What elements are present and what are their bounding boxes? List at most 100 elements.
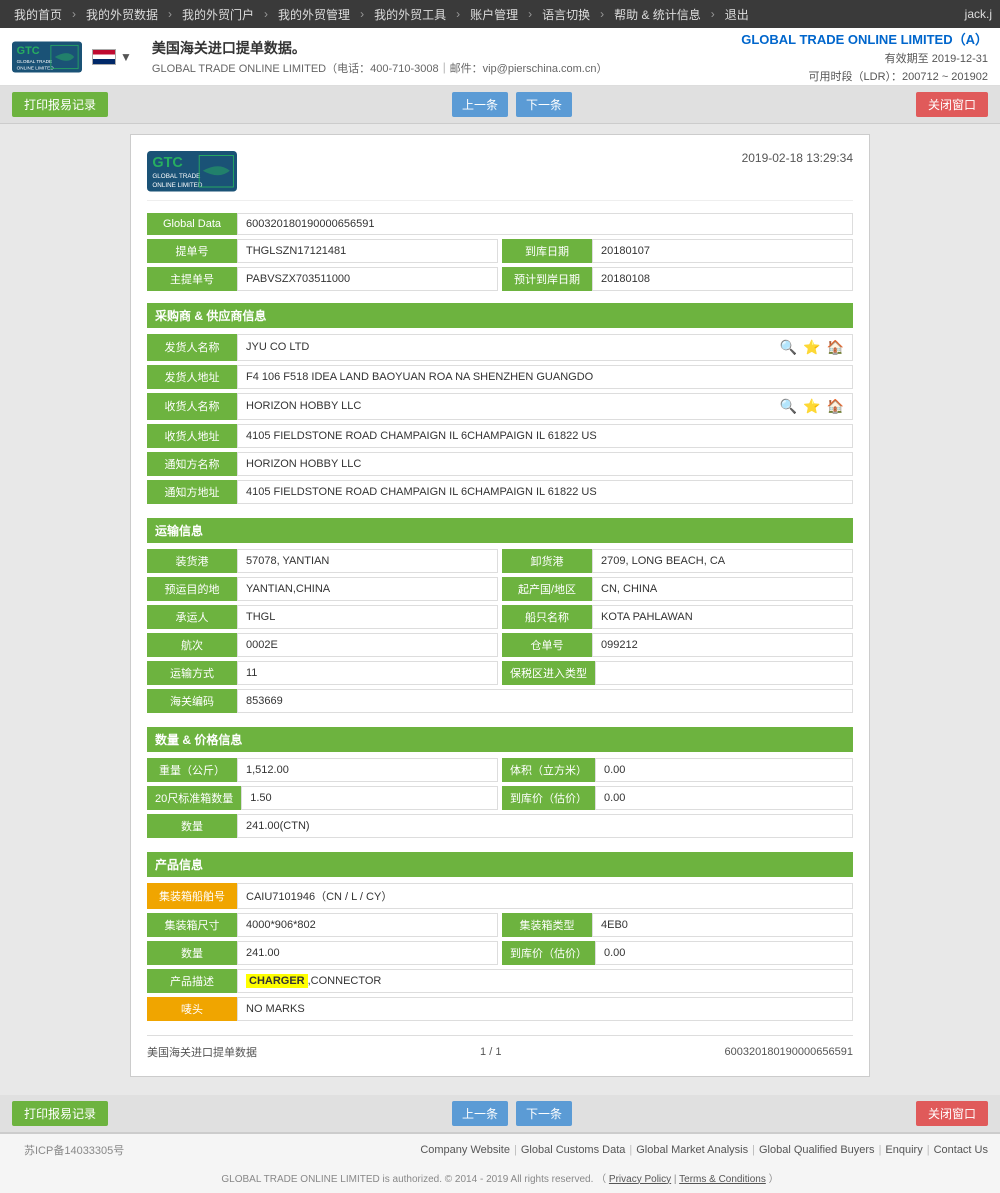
- container-type-label: 集装箱类型: [502, 913, 592, 937]
- discharge-port-label: 卸货港: [502, 549, 592, 573]
- bol-label: 仓单号: [502, 633, 592, 657]
- logo-svg: GTC GLOBAL TRADE ONLINE LIMITED: [12, 37, 82, 77]
- voyage-group: 航次 0002E: [147, 633, 498, 657]
- nav-account[interactable]: 账户管理: [464, 6, 524, 23]
- bill-arrival-row: 提单号 THGLSZN17121481 到库日期 20180107: [147, 239, 853, 263]
- notify-addr-row: 通知方地址 4105 FIELDSTONE ROAD CHAMPAIGN IL …: [147, 480, 853, 504]
- sep5: |: [927, 1144, 930, 1156]
- prev-button[interactable]: 上一条: [452, 92, 508, 117]
- shipper-home-icon[interactable]: 🏠: [827, 339, 844, 356]
- footer-link-enquiry[interactable]: Enquiry: [885, 1144, 922, 1156]
- loading-port-group: 装货港 57078, YANTIAN: [147, 549, 498, 573]
- consignee-star-icon[interactable]: ⭐: [803, 398, 820, 415]
- container-size-type-row: 集装箱尺寸 4000*906*802 集装箱类型 4EB0: [147, 913, 853, 937]
- volume-value: 0.00: [595, 758, 853, 782]
- pre-dest-value: YANTIAN,CHINA: [237, 577, 498, 601]
- bottom-print-button[interactable]: 打印报易记录: [12, 1101, 108, 1126]
- footer-copyright-line: GLOBAL TRADE ONLINE LIMITED is authorize…: [0, 1166, 1000, 1193]
- discharge-port-value: 2709, LONG BEACH, CA: [592, 549, 853, 573]
- marks-label: 唛头: [147, 997, 237, 1021]
- consignee-search-icon[interactable]: 🔍: [780, 398, 797, 415]
- quantity-header: 数量 & 价格信息: [147, 727, 853, 752]
- bottom-toolbar-center: 上一条 下一条: [452, 1101, 572, 1126]
- bottom-close-button[interactable]: 关闭窗口: [916, 1101, 988, 1126]
- next-button[interactable]: 下一条: [516, 92, 572, 117]
- product-section: 产品信息 集装箱船舶号 CAIU7101946（CN / L / CY） 集装箱…: [147, 852, 853, 1021]
- consignee-home-icon[interactable]: 🏠: [827, 398, 844, 415]
- loading-port-label: 装货港: [147, 549, 237, 573]
- consignee-row: 收货人名称 HORIZON HOBBY LLC 🔍 ⭐ 🏠: [147, 393, 853, 420]
- document-card: GTC GLOBAL TRADE ONLINE LIMITED 2019-02-…: [130, 134, 870, 1077]
- sep2: |: [629, 1144, 632, 1156]
- lang-dropdown[interactable]: ▼: [120, 50, 132, 64]
- volume-label: 体积（立方米）: [502, 758, 595, 782]
- transport-method-group: 运输方式 11: [147, 661, 498, 685]
- arrival-date-label: 到库日期: [502, 239, 592, 263]
- svg-text:GTC: GTC: [152, 155, 182, 171]
- bol-group: 仓单号 099212: [502, 633, 853, 657]
- shipper-search-icon[interactable]: 🔍: [780, 339, 797, 356]
- transport-header: 运输信息: [147, 518, 853, 543]
- container-type-group: 集装箱类型 4EB0: [502, 913, 853, 937]
- container-price-row: 20尺标准箱数量 1.50 到库价（估价） 0.00: [147, 786, 853, 810]
- product-price-value: 0.00: [595, 941, 853, 965]
- footer-link-market-analysis[interactable]: Global Market Analysis: [636, 1144, 748, 1156]
- nav-help[interactable]: 帮助 & 统计信息: [608, 6, 707, 23]
- dest-origin-row: 预运目的地 YANTIAN,CHINA 起产国/地区 CN, CHINA: [147, 577, 853, 601]
- product-header: 产品信息: [147, 852, 853, 877]
- ftz-value: [595, 661, 853, 685]
- doc-logo-svg: GTC GLOBAL TRADE ONLINE LIMITED: [147, 151, 237, 192]
- notify-addr-value: 4105 FIELDSTONE ROAD CHAMPAIGN IL 6CHAMP…: [237, 480, 853, 504]
- print-button[interactable]: 打印报易记录: [12, 92, 108, 117]
- bottom-next-button[interactable]: 下一条: [516, 1101, 572, 1126]
- svg-text:ONLINE LIMITED: ONLINE LIMITED: [17, 65, 55, 70]
- footer-privacy-link[interactable]: Privacy Policy: [609, 1174, 671, 1185]
- shipper-star-icon[interactable]: ⭐: [803, 339, 820, 356]
- nav-trade-data[interactable]: 我的外贸数据: [80, 6, 164, 23]
- product-desc-label: 产品描述: [147, 969, 237, 993]
- svg-text:GLOBAL TRADE: GLOBAL TRADE: [152, 173, 200, 180]
- container20-group: 20尺标准箱数量 1.50: [147, 786, 498, 810]
- doc-datetime: 2019-02-18 13:29:34: [742, 151, 853, 165]
- page-footer: 苏ICP备14033305号 Company Website | Global …: [0, 1133, 1000, 1193]
- close-button[interactable]: 关闭窗口: [916, 92, 988, 117]
- sep3: |: [752, 1144, 755, 1156]
- product-desc-highlight: CHARGER: [246, 974, 308, 988]
- nav-manage[interactable]: 我的外贸管理: [272, 6, 356, 23]
- shipper-label: 发货人名称: [147, 334, 237, 361]
- bottom-prev-button[interactable]: 上一条: [452, 1101, 508, 1126]
- product-qty-value: 241.00: [237, 941, 498, 965]
- container-size-value: 4000*906*802: [237, 913, 498, 937]
- weight-value: 1,512.00: [237, 758, 498, 782]
- vessel-group: 船只名称 KOTA PAHLAWAN: [502, 605, 853, 629]
- svg-text:ONLINE LIMITED: ONLINE LIMITED: [152, 182, 202, 189]
- svg-text:GTC: GTC: [17, 44, 40, 56]
- shipper-addr-label: 发货人地址: [147, 365, 237, 389]
- voyage-label: 航次: [147, 633, 237, 657]
- footer-terms-link[interactable]: Terms & Conditions: [679, 1174, 766, 1185]
- voyage-bol-row: 航次 0002E 仓单号 099212: [147, 633, 853, 657]
- bill-no-group: 提单号 THGLSZN17121481: [147, 239, 498, 263]
- footer-link-contact-us[interactable]: Contact Us: [934, 1144, 988, 1156]
- nav-tools[interactable]: 我的外贸工具: [368, 6, 452, 23]
- marks-row: 唛头 NO MARKS: [147, 997, 853, 1021]
- flag-lang[interactable]: ▼: [92, 49, 132, 65]
- footer-link-company-website[interactable]: Company Website: [420, 1144, 510, 1156]
- bol-value: 099212: [592, 633, 853, 657]
- consignee-addr-value: 4105 FIELDSTONE ROAD CHAMPAIGN IL 6CHAMP…: [237, 424, 853, 448]
- footer-link-qualified-buyers[interactable]: Global Qualified Buyers: [759, 1144, 875, 1156]
- transport-ftz-row: 运输方式 11 保税区进入类型: [147, 661, 853, 685]
- footer-links: Company Website | Global Customs Data | …: [420, 1144, 988, 1156]
- nav-language[interactable]: 语言切换: [536, 6, 596, 23]
- nav-logout[interactable]: 退出: [719, 6, 755, 23]
- container20-label: 20尺标准箱数量: [147, 786, 241, 810]
- ftz-label: 保税区进入类型: [502, 661, 595, 685]
- ftz-group: 保税区进入类型: [502, 661, 853, 685]
- toolbar-center: 上一条 下一条: [452, 92, 572, 117]
- footer-link-customs-data[interactable]: Global Customs Data: [521, 1144, 626, 1156]
- user-info: jack.j: [965, 7, 992, 21]
- nav-home[interactable]: 我的首页: [8, 6, 68, 23]
- price-label: 到库价（估价）: [502, 786, 595, 810]
- nav-portal[interactable]: 我的外贸门户: [176, 6, 260, 23]
- customs-code-row: 海关编码 853669: [147, 689, 853, 713]
